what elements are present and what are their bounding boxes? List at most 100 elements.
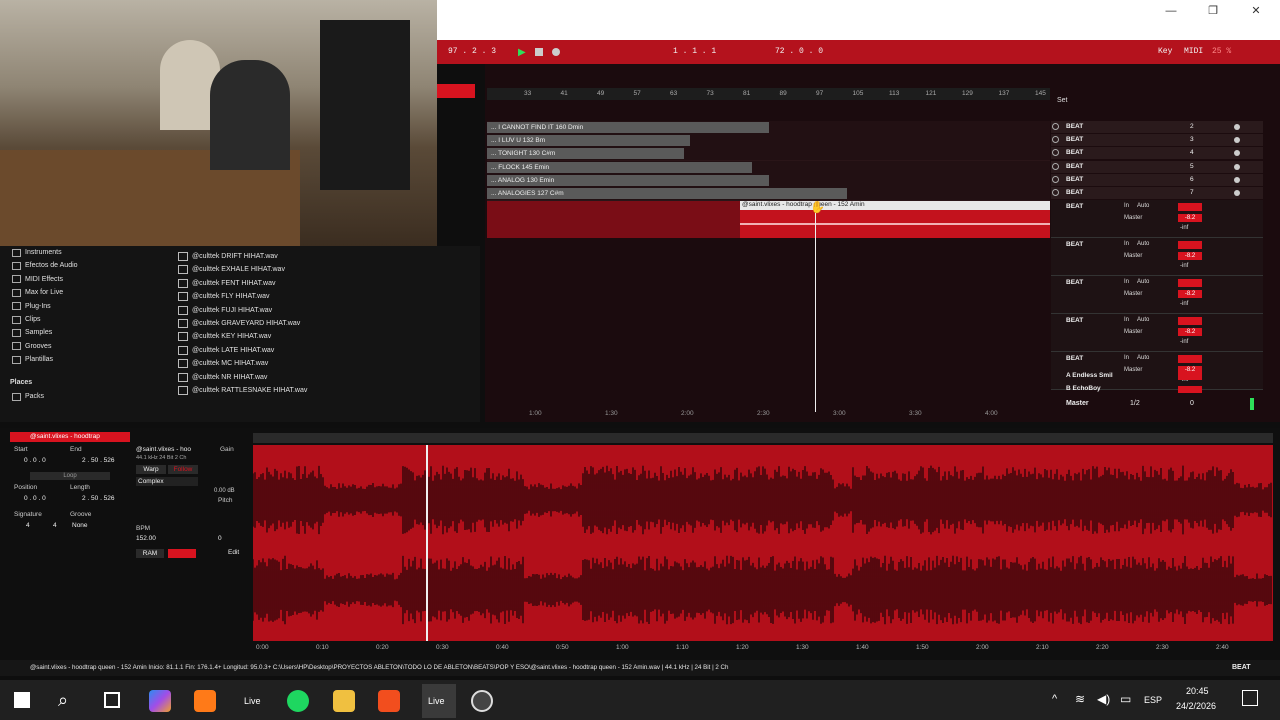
record-icon[interactable] xyxy=(552,48,560,56)
browser-file[interactable]: @culttek NR HIHAT.wav xyxy=(178,371,267,384)
browser-category[interactable]: Clips xyxy=(12,313,41,326)
clock-time[interactable]: 20:45 xyxy=(1186,686,1209,696)
signature-denominator[interactable]: 4 xyxy=(53,522,57,529)
browser-file[interactable]: @culttek FENT HIHAT.wav xyxy=(178,277,275,290)
track-number[interactable]: 2 xyxy=(1190,123,1194,130)
browser-file[interactable]: @culttek DRIFT HIHAT.wav xyxy=(178,250,278,263)
track-volume[interactable]: -8.2 xyxy=(1178,252,1202,260)
notifications-icon[interactable] xyxy=(1242,690,1258,706)
track-activator[interactable] xyxy=(1178,279,1202,287)
track-name[interactable]: BEAT xyxy=(1066,136,1083,143)
minimize-button[interactable]: — xyxy=(1158,4,1184,18)
master-io[interactable]: 1/2 xyxy=(1130,400,1140,407)
browser-file[interactable]: @culttek RATTLESNAKE HIHAT.wav xyxy=(178,384,307,397)
return-volume[interactable] xyxy=(1178,386,1202,393)
audio-clip[interactable]: ... ANALOGIES 127 C#m xyxy=(487,188,847,199)
live-active-label[interactable]: Live xyxy=(428,696,445,706)
signature-numerator[interactable]: 4 xyxy=(26,522,30,529)
groove-value[interactable]: None xyxy=(72,522,88,529)
chevron-up-icon[interactable]: ^ xyxy=(1052,693,1057,705)
position-value[interactable]: 0 . 0 . 0 xyxy=(24,495,46,502)
browser-file[interactable]: @culttek EXHALE HIHAT.wav xyxy=(178,263,285,276)
track-name[interactable]: BEAT xyxy=(1066,163,1083,170)
length-value[interactable]: 2 . 50 . 526 xyxy=(82,495,115,502)
maximize-button[interactable]: ❐ xyxy=(1200,4,1226,18)
brave-icon[interactable] xyxy=(378,690,400,712)
track-name[interactable]: BEAT xyxy=(1066,149,1083,156)
ram-button[interactable]: RAM xyxy=(136,549,164,558)
status-track[interactable]: BEAT xyxy=(1232,664,1251,671)
browser-category[interactable]: MIDI Effects xyxy=(12,273,63,286)
audio-clip[interactable]: ... TONIGHT 130 C#m xyxy=(487,148,684,160)
network-icon[interactable]: ≋ xyxy=(1075,692,1085,706)
track-name[interactable]: BEAT xyxy=(1066,176,1083,183)
track-output-select[interactable]: Master xyxy=(1124,291,1142,297)
clock-date[interactable]: 24/2/2026 xyxy=(1176,701,1216,711)
big-track-name[interactable]: BEAT xyxy=(1066,355,1083,362)
browser-category[interactable]: Samples xyxy=(12,326,52,339)
file-explorer-icon[interactable] xyxy=(333,690,355,712)
edit-button[interactable]: Edit xyxy=(228,549,239,556)
big-track-name[interactable]: BEAT xyxy=(1066,203,1083,210)
track-activator[interactable] xyxy=(1178,203,1202,211)
copilot-icon[interactable] xyxy=(149,690,171,712)
arm-button[interactable] xyxy=(1234,163,1240,170)
pitch-value[interactable]: 0 xyxy=(218,535,222,542)
track-number[interactable]: 6 xyxy=(1190,176,1194,183)
track-volume[interactable]: -8.2 xyxy=(1178,214,1202,222)
track-fold-icon[interactable] xyxy=(1052,175,1059,183)
browser-category[interactable]: Plantillas xyxy=(12,353,53,366)
track-volume[interactable]: -8.2 xyxy=(1178,328,1202,336)
track-auto-label[interactable]: Auto xyxy=(1137,203,1149,209)
browser-category[interactable]: Efectos de Audio xyxy=(12,259,78,272)
tempo-display[interactable]: 97 . 2 . 3 xyxy=(448,47,496,56)
track-in-label[interactable]: In xyxy=(1124,203,1129,209)
track-auto-label[interactable]: Auto xyxy=(1137,279,1149,285)
arm-button[interactable] xyxy=(1234,176,1240,183)
warp-mode-select[interactable]: Complex xyxy=(136,477,198,486)
close-button[interactable]: ✕ xyxy=(1243,4,1269,18)
track-activator[interactable] xyxy=(1178,241,1202,249)
track-fold-icon[interactable] xyxy=(1052,123,1059,130)
browser-category[interactable]: Max for Live xyxy=(12,286,63,299)
start-value[interactable]: 0 . 0 . 0 xyxy=(24,457,46,464)
bpm-value[interactable]: 152.00 xyxy=(136,535,156,542)
end-value[interactable]: 2 . 50 . 526 xyxy=(82,457,115,464)
big-track-name[interactable]: BEAT xyxy=(1066,241,1083,248)
browser-file[interactable]: @culttek MC HIHAT.wav xyxy=(178,357,268,370)
track-in-label[interactable]: In xyxy=(1124,317,1129,323)
loop-length-display[interactable]: 72 . 0 . 0 xyxy=(775,47,823,56)
key-button[interactable]: Key xyxy=(1158,47,1172,56)
audio-clip[interactable]: ... I LUV U 132 Bm xyxy=(487,135,690,147)
track-volume[interactable]: -8.2 xyxy=(1178,290,1202,298)
audio-clip[interactable]: ... I CANNOT FIND IT 160 Dmin xyxy=(487,122,769,133)
volume-icon[interactable]: ◀) xyxy=(1097,692,1110,706)
audio-clip[interactable]: ... ANALOG 130 Emin xyxy=(487,174,769,186)
warp-button[interactable]: Warp xyxy=(136,465,166,474)
fl-studio-icon[interactable] xyxy=(194,690,216,712)
hiq-toggle[interactable] xyxy=(168,549,196,558)
track-in-label[interactable]: In xyxy=(1124,355,1129,361)
master-volume[interactable]: 0 xyxy=(1190,400,1194,407)
track-number[interactable]: 3 xyxy=(1190,136,1194,143)
return-track-name[interactable]: B EchoBoy xyxy=(1066,385,1101,392)
position-display[interactable]: 1 . 1 . 1 xyxy=(673,47,716,56)
browser-file[interactable]: @culttek FLY HIHAT.wav xyxy=(178,290,270,303)
browser-category[interactable]: Instruments xyxy=(12,246,62,259)
clip-scroll-ruler[interactable] xyxy=(253,433,1273,443)
windows-start-icon[interactable] xyxy=(14,692,30,708)
spotify-icon[interactable] xyxy=(287,690,309,712)
hoodtrap-clip[interactable]: @saint.vlixes - hoodtrap queen - 152 Ami… xyxy=(740,200,1050,238)
track-name[interactable]: BEAT xyxy=(1066,189,1083,196)
sample-waveform[interactable] xyxy=(253,445,1273,641)
places-item[interactable]: Packs xyxy=(12,390,44,403)
browser-file[interactable]: @culttek GRAVEYARD HIHAT.wav xyxy=(178,317,300,330)
gain-value[interactable]: 0.00 dB xyxy=(214,488,235,494)
track-output-select[interactable]: Master xyxy=(1124,367,1142,373)
track-auto-label[interactable]: Auto xyxy=(1137,355,1149,361)
battery-icon[interactable]: ▭ xyxy=(1120,692,1131,706)
return-track-name[interactable]: A Endless Smil xyxy=(1066,372,1113,379)
task-view-icon[interactable] xyxy=(104,692,120,708)
track-in-label[interactable]: In xyxy=(1124,241,1129,247)
browser-file[interactable]: @culttek FUJI HIHAT.wav xyxy=(178,304,272,317)
